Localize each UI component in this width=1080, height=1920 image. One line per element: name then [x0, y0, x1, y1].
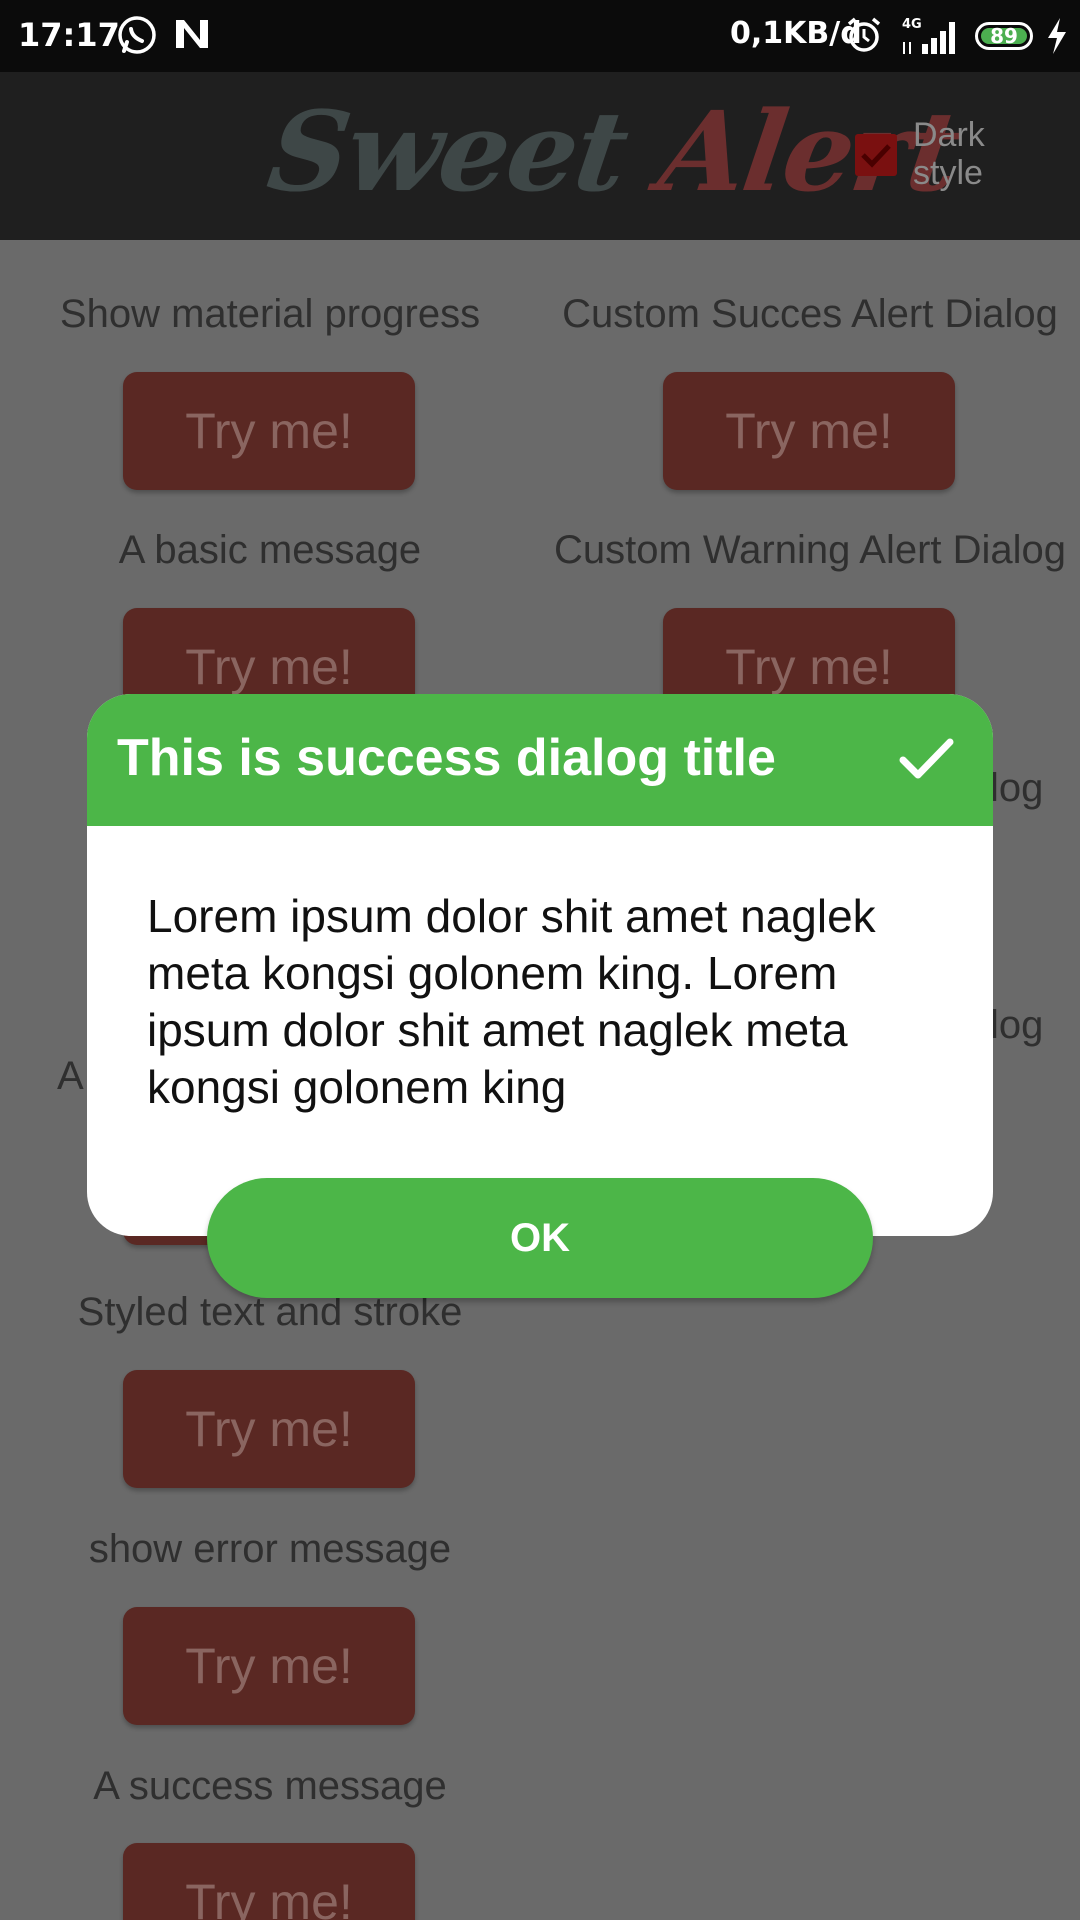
- success-dialog: This is success dialog title Lorem ipsum…: [87, 694, 993, 1236]
- label-material-progress: Show material progress: [59, 292, 481, 336]
- status-time: 17:17: [18, 16, 120, 54]
- dialog-title: This is success dialog title: [117, 729, 776, 787]
- label-custom-success: Custom Succes Alert Dialog: [562, 292, 1058, 336]
- dialog-message: Lorem ipsum dolor shit amet naglek meta …: [147, 890, 876, 1113]
- try-success-message-button[interactable]: Try me!: [123, 1843, 415, 1920]
- alarm-icon: [845, 16, 883, 58]
- battery-level: 89: [990, 24, 1018, 48]
- n-notification-icon: [172, 14, 212, 58]
- battery-icon: 89: [975, 22, 1033, 50]
- whatsapp-icon: [116, 14, 158, 60]
- dialog-header: This is success dialog title: [87, 694, 993, 826]
- signal-icon: 4G: [900, 16, 962, 60]
- try-custom-success-button[interactable]: Try me!: [663, 372, 955, 490]
- ok-button[interactable]: OK: [207, 1178, 873, 1298]
- try-material-progress-button[interactable]: Try me!: [123, 372, 415, 490]
- label-partial-left: A: [57, 1054, 84, 1098]
- label-basic-message: A basic message: [118, 528, 422, 572]
- svg-text:4G: 4G: [902, 17, 922, 32]
- label-success-message: A success message: [93, 1764, 447, 1808]
- dark-style-checkbox[interactable]: [855, 134, 897, 176]
- label-partial-right-2: log: [990, 1003, 1044, 1047]
- status-bar: 17:17 0,1KB/d 4G 89: [0, 0, 1080, 72]
- dark-style-label: Dark style: [913, 116, 985, 192]
- app-header: Sweet Alert Dark style: [0, 72, 1080, 240]
- label-partial-right-1: log: [990, 766, 1044, 810]
- try-styled-text-button[interactable]: Try me!: [123, 1370, 415, 1488]
- network-speed: 0,1KB/d: [730, 16, 862, 51]
- charging-icon: [1045, 16, 1069, 60]
- label-custom-warning: Custom Warning Alert Dialog: [553, 528, 1067, 572]
- checkmark-icon: [897, 730, 955, 793]
- try-error-message-button[interactable]: Try me!: [123, 1607, 415, 1725]
- label-error-message: show error message: [88, 1527, 452, 1571]
